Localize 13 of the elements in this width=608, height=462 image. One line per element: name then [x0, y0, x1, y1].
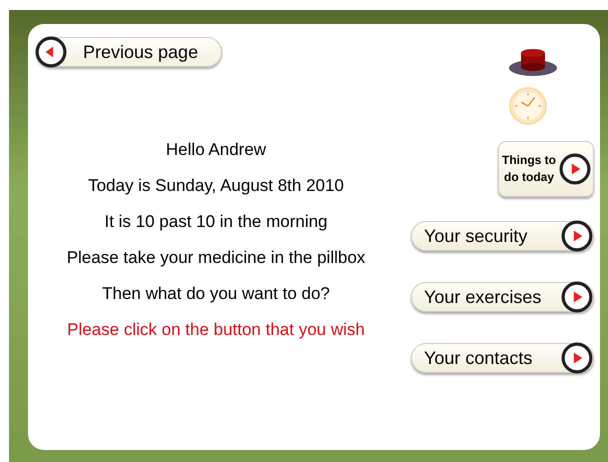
- menu-button[interactable]: Your contacts: [411, 343, 594, 373]
- menu-button[interactable]: Your exercises: [411, 282, 594, 312]
- menu-button[interactable]: Things to do today: [498, 141, 594, 197]
- previous-page-button[interactable]: Previous page: [36, 37, 222, 67]
- message-text: Please take your medicine in the pillbox: [66, 247, 366, 268]
- message-text: Today is Sunday, August 8th 2010: [88, 175, 344, 196]
- menu-button[interactable]: Your security: [411, 221, 594, 251]
- clock-icon: [509, 87, 547, 125]
- message-text: It is 10 past 10 in the morning: [104, 211, 328, 232]
- message-text: Then what do you want to do?: [102, 283, 330, 304]
- message-text: Please click on the button that you wish: [67, 319, 365, 340]
- alarm-button-icon: [508, 47, 558, 77]
- message-text: Hello Andrew: [166, 139, 266, 160]
